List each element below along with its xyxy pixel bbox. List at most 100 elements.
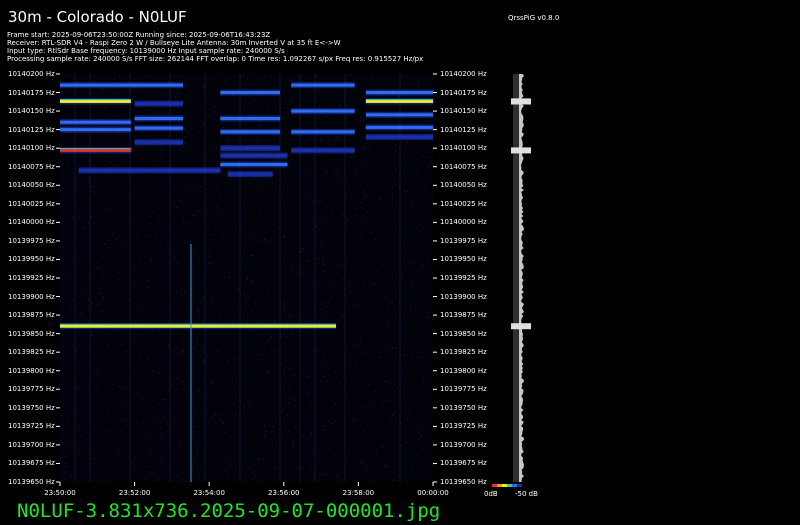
y-tick-label: 10140100 Hz <box>8 144 55 153</box>
signal-trace <box>291 109 355 113</box>
y-tick-label: 10140150 Hz <box>8 107 55 116</box>
y-tick-label: 10139700 Hz <box>440 440 487 449</box>
y-tick-label: 10139950 Hz <box>8 255 55 264</box>
signal-trace <box>134 126 184 130</box>
signal-trace <box>60 83 184 87</box>
signal-trace <box>291 148 355 152</box>
signal-trace <box>60 324 337 328</box>
y-tick-label: 10139850 Hz <box>8 329 55 338</box>
y-tick-label: 10140200 Hz <box>440 70 487 78</box>
spectrum-trace <box>519 74 524 482</box>
signal-trace <box>291 130 355 134</box>
y-tick-label: 10140175 Hz <box>440 88 487 97</box>
y-tick-label: 10139750 Hz <box>440 403 487 412</box>
y-tick-label: 10140125 Hz <box>440 125 487 134</box>
x-tick-label: 23:50:00 <box>44 489 76 497</box>
y-tick-label: 10140050 Hz <box>8 181 55 190</box>
signal-trace <box>134 102 184 106</box>
signal-edge <box>60 147 131 150</box>
spectrum-peak <box>511 323 531 330</box>
y-tick-label: 10139875 Hz <box>8 311 55 320</box>
signal-trace <box>60 148 131 152</box>
signal-trace <box>220 154 288 158</box>
y-tick-label: 10140000 Hz <box>8 218 55 227</box>
signal-trace <box>220 91 281 95</box>
x-tick-label: 23:58:00 <box>342 489 375 497</box>
y-tick-label: 10140200 Hz <box>8 70 55 78</box>
signal-trace <box>60 120 131 124</box>
colorbar-segment <box>517 484 522 487</box>
y-tick-label: 10139925 Hz <box>8 274 55 282</box>
signal-trace <box>220 146 281 150</box>
y-tick-label: 10139800 Hz <box>8 366 55 375</box>
y-tick-label: 10140125 Hz <box>8 125 55 134</box>
y-tick-label: 10140025 Hz <box>8 199 55 208</box>
colorbar-segment <box>522 484 527 487</box>
y-tick-label: 10139850 Hz <box>440 329 487 338</box>
y-tick-label: 10139725 Hz <box>8 422 55 431</box>
signal-trace <box>220 163 288 167</box>
y-tick-label: 10139725 Hz <box>440 422 487 431</box>
y-tick-label: 10139650 Hz <box>440 478 487 486</box>
spectrum-peak <box>511 147 531 154</box>
signal-edge <box>60 98 131 101</box>
spectrum-peak <box>511 98 531 105</box>
y-tick-label: 10139925 Hz <box>440 274 487 282</box>
y-tick-label: 10139975 Hz <box>8 236 55 245</box>
colorbar-segment <box>507 484 512 487</box>
signal-trace <box>220 117 281 121</box>
signal-trace <box>220 130 281 134</box>
grabber-frame: 30m - Colorado - N0LUF QrssPiG v0.8.0 Fr… <box>0 0 800 525</box>
signal-trace <box>291 83 355 87</box>
signal-trace <box>365 135 433 139</box>
colorbar-segment <box>502 484 507 487</box>
y-tick-label: 10139950 Hz <box>440 255 487 264</box>
y-tick-label: 10139800 Hz <box>440 366 487 375</box>
y-tick-label: 10140050 Hz <box>440 181 487 190</box>
y-tick-label: 10139875 Hz <box>440 311 487 320</box>
y-tick-label: 10139775 Hz <box>440 385 487 394</box>
y-tick-label: 10139675 Hz <box>8 459 55 468</box>
y-tick-label: 10139775 Hz <box>8 385 55 394</box>
signal-edge <box>365 98 433 101</box>
x-tick-label: 00:00:00 <box>417 489 449 497</box>
signal-trace <box>365 99 433 103</box>
signal-trace <box>78 168 221 172</box>
y-tick-label: 10139825 Hz <box>440 348 487 357</box>
signal-edge <box>60 323 337 325</box>
signal-trace <box>365 113 433 117</box>
y-tick-label: 10139900 Hz <box>440 292 487 301</box>
signal-trace <box>60 99 131 103</box>
y-tick-label: 10140075 Hz <box>440 162 487 171</box>
y-tick-label: 10139750 Hz <box>8 403 55 412</box>
colorbar-min-label: -50 dB <box>515 490 538 498</box>
x-tick-label: 23:52:00 <box>118 489 151 497</box>
y-tick-label: 10139900 Hz <box>8 292 55 301</box>
signal-trace <box>134 140 184 144</box>
signal-trace <box>134 117 184 121</box>
signal-trace <box>365 125 433 129</box>
y-tick-label: 10139675 Hz <box>440 459 487 468</box>
y-tick-label: 10140100 Hz <box>440 144 487 153</box>
y-tick-label: 10139825 Hz <box>8 348 55 357</box>
y-tick-label: 10139650 Hz <box>8 478 55 486</box>
colorbar-segment <box>492 484 497 487</box>
colorbar-segment <box>497 484 502 487</box>
signal-trace <box>365 91 433 95</box>
y-tick-label: 10140025 Hz <box>440 199 487 208</box>
y-tick-label: 10140150 Hz <box>440 107 487 116</box>
colorbar-segment <box>512 484 517 487</box>
y-tick-label: 10139975 Hz <box>440 236 487 245</box>
signal-trace <box>60 128 131 132</box>
y-tick-label: 10140075 Hz <box>8 162 55 171</box>
signal-trace <box>227 172 273 176</box>
file-name: N0LUF-3.831x736.2025-09-07-000001.jpg <box>17 500 441 522</box>
spectrum-background <box>513 74 519 482</box>
y-tick-label: 10139700 Hz <box>8 440 55 449</box>
x-tick-label: 23:56:00 <box>268 489 300 497</box>
x-tick-label: 23:54:00 <box>193 489 225 497</box>
waterfall-plot <box>56 73 531 487</box>
colorbar-max-label: 0dB <box>484 490 498 498</box>
y-tick-label: 10140175 Hz <box>8 88 55 97</box>
y-tick-label: 10140000 Hz <box>440 218 487 227</box>
